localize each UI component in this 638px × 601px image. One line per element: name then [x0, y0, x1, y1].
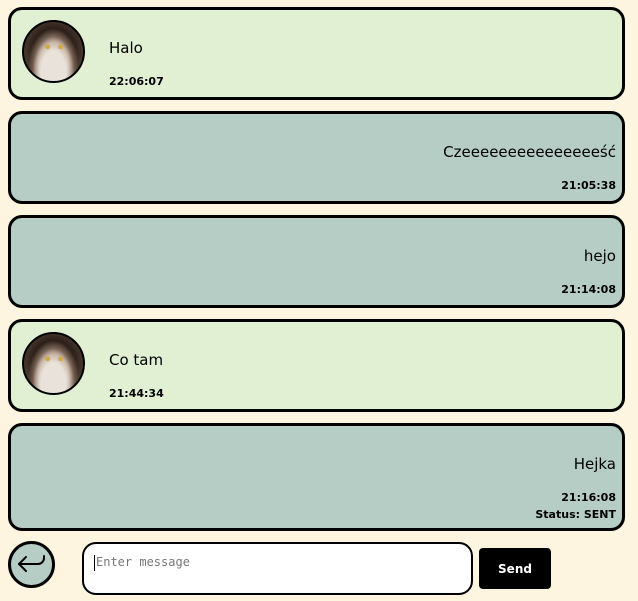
message-time: 21:16:08 [561, 491, 616, 504]
back-button[interactable] [8, 541, 55, 588]
message-incoming: Halo 22:06:07 [8, 7, 625, 100]
message-outgoing: Hejka 21:16:08 Status: SENT [8, 423, 625, 531]
message-input[interactable] [94, 554, 458, 570]
avatar [22, 20, 85, 83]
return-arrow-icon [17, 554, 45, 572]
message-time: 21:14:08 [561, 283, 616, 296]
message-text: Co tam [109, 351, 164, 369]
message-status: Status: SENT [535, 508, 616, 521]
message-text: Hejka [573, 455, 616, 473]
message-time: 21:44:34 [109, 387, 164, 400]
send-button[interactable]: Send [479, 548, 551, 589]
message-incoming: Co tam 21:44:34 [8, 319, 625, 412]
message-time: 21:05:38 [561, 179, 616, 192]
message-input-container [82, 542, 473, 595]
avatar [22, 332, 85, 395]
text-caret [94, 555, 95, 571]
message-text: hejo [583, 247, 616, 265]
message-text: Halo [109, 39, 143, 57]
message-text: Czeeeeeeeeeeeeeeeść [443, 143, 616, 161]
message-time: 22:06:07 [109, 75, 164, 88]
message-outgoing: Czeeeeeeeeeeeeeeeść 21:05:38 [8, 111, 625, 204]
message-outgoing: hejo 21:14:08 [8, 215, 625, 308]
